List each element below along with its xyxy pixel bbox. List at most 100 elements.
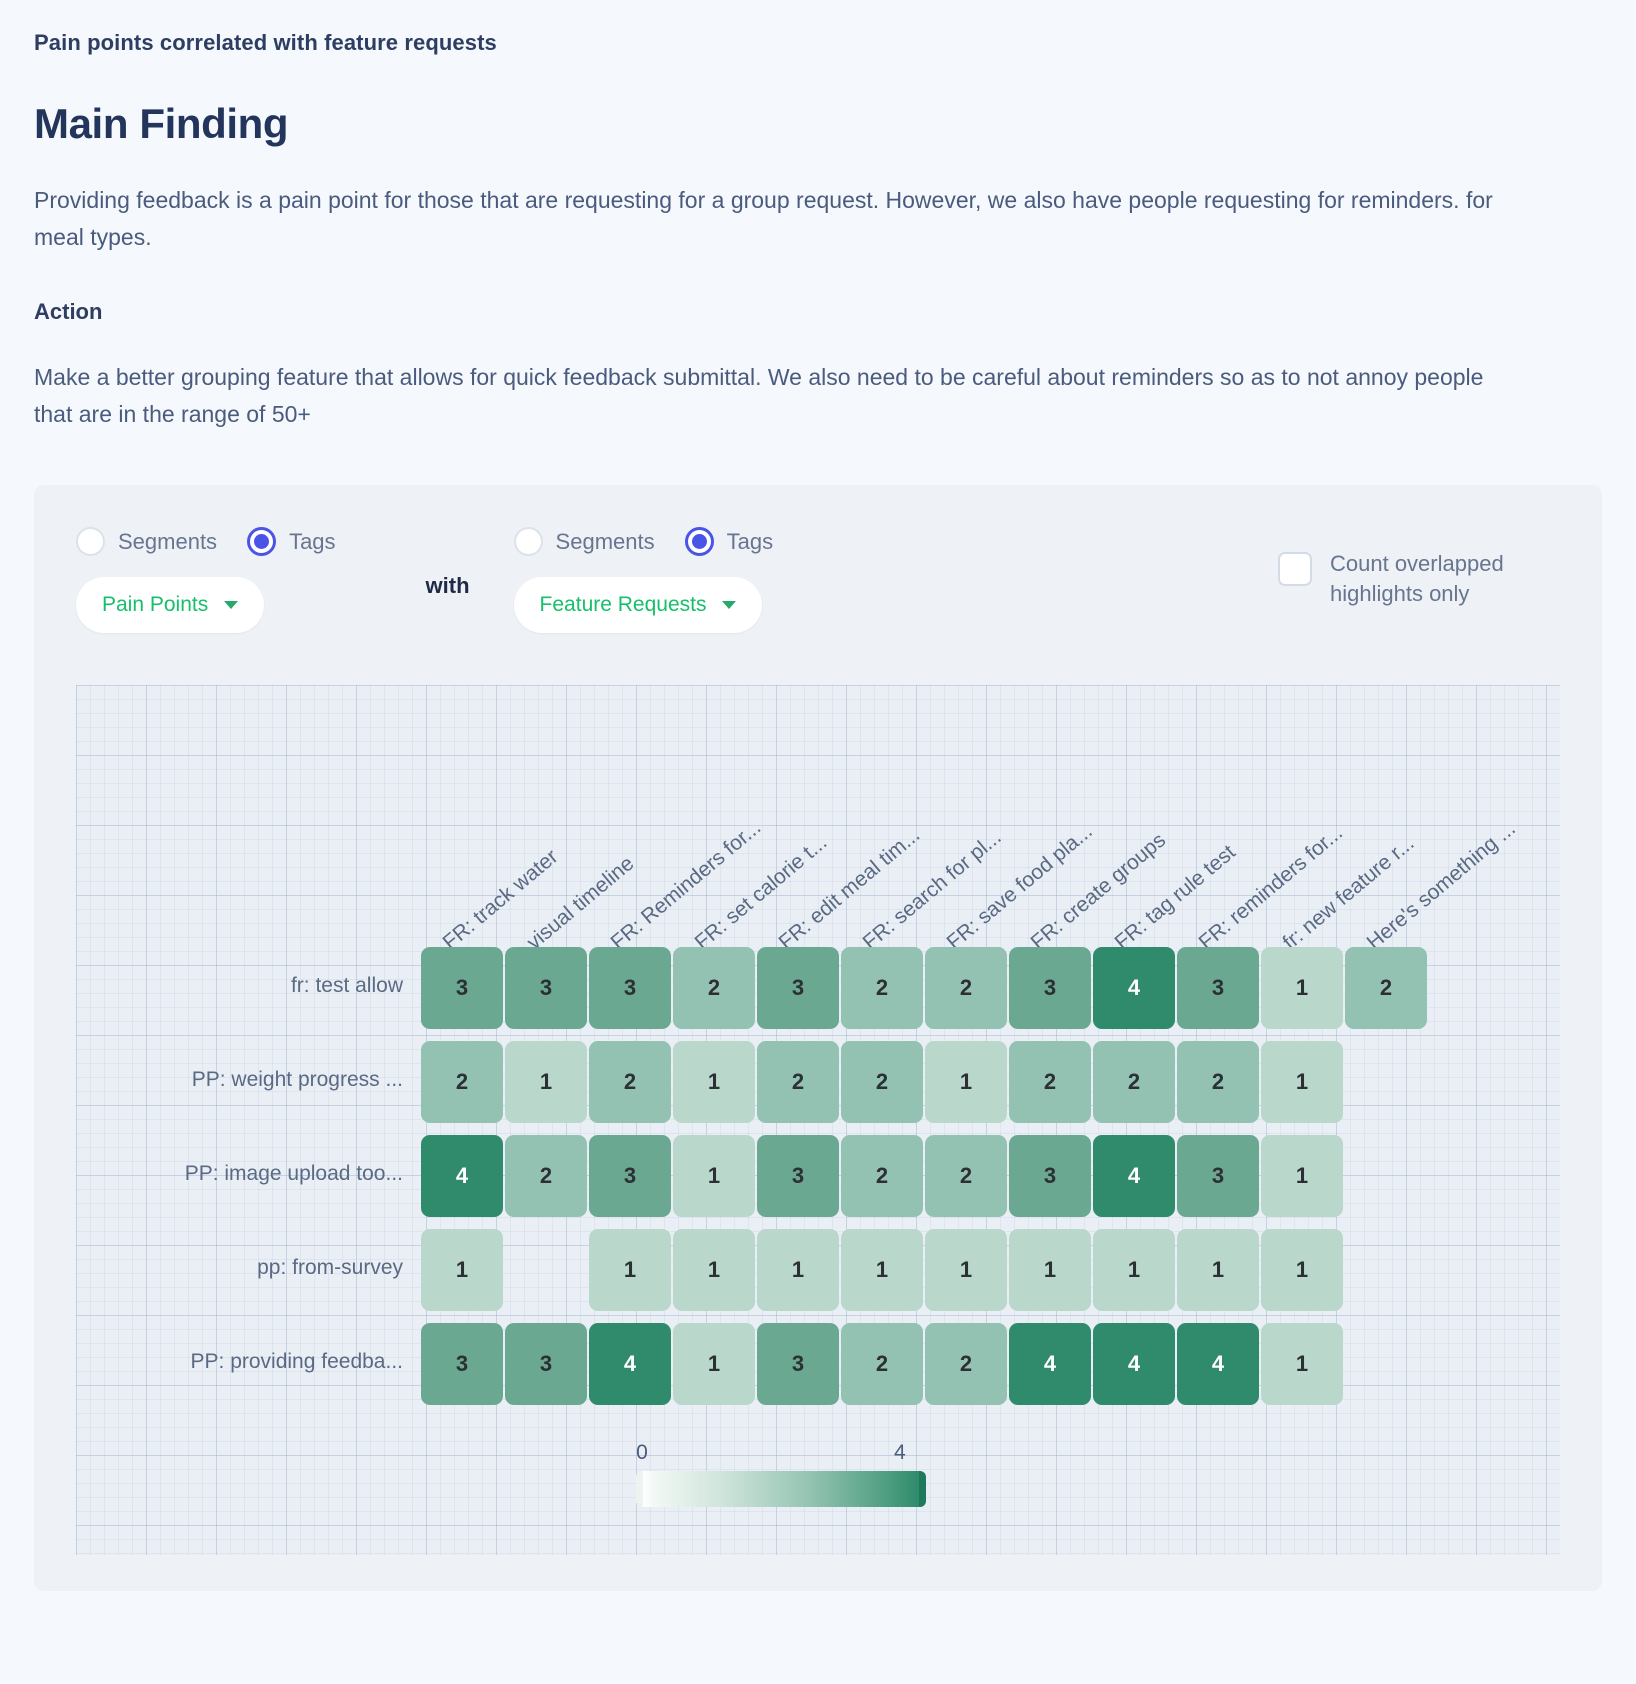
heatmap-cell[interactable]: 1 <box>1009 1229 1091 1311</box>
heatmap-cell[interactable]: 2 <box>925 1135 1007 1217</box>
heatmap-row-label: fr: test allow <box>290 974 403 997</box>
checkbox-unchecked-icon[interactable] <box>1278 552 1312 586</box>
heatmap-row: pp: from-survey 1 1 1 1 1 1 1 1 1 1 <box>257 1229 1429 1311</box>
heatmap-cell[interactable]: 1 <box>673 1323 755 1405</box>
heatmap-cell[interactable]: 1 <box>673 1041 755 1123</box>
pain-points-dropdown[interactable]: Pain Points <box>76 577 265 633</box>
colorbar-max-label: 4 <box>894 1441 906 1464</box>
page-kicker: Pain points correlated with feature requ… <box>34 30 497 55</box>
heatmap-cell[interactable]: 2 <box>673 947 755 1029</box>
heatmap-cell[interactable]: 2 <box>1009 1041 1091 1123</box>
heatmap-cell[interactable]: 3 <box>757 1323 839 1405</box>
heatmap-row-label: pp: from-survey <box>257 1256 403 1279</box>
correlation-panel: Segments Tags Pain Points with Segments … <box>34 485 1602 1591</box>
heatmap-cell[interactable]: 2 <box>1345 947 1427 1029</box>
heatmap-row: PP: weight progress ... 2 1 2 1 2 2 1 2 2 2 1 <box>192 1041 1429 1123</box>
heatmap-cell[interactable]: 2 <box>757 1041 839 1123</box>
controls-bar: Segments Tags Pain Points with Segments … <box>34 485 1602 667</box>
heatmap-cell <box>1345 1041 1427 1123</box>
colorbar-min-label: 0 <box>636 1441 648 1464</box>
heatmap-cell[interactable]: 1 <box>673 1229 755 1311</box>
heatmap-cell[interactable]: 3 <box>421 1323 503 1405</box>
heatmap-cell[interactable]: 3 <box>1009 947 1091 1029</box>
chevron-down-icon <box>224 601 239 609</box>
heatmap-column-labels: FR: track water visual timeline FR: Remind… <box>76 685 1560 955</box>
heatmap-cell[interactable]: 1 <box>1261 1135 1343 1217</box>
heatmap-cell[interactable]: 2 <box>925 947 1007 1029</box>
heatmap-cell[interactable]: 4 <box>1093 1323 1175 1405</box>
heatmap-cell[interactable]: 1 <box>1093 1229 1175 1311</box>
heatmap-cell[interactable]: 4 <box>1009 1323 1091 1405</box>
right-radio-segments-label: Segments <box>555 528 655 554</box>
heatmap-cell[interactable]: 1 <box>841 1229 923 1311</box>
feature-requests-dropdown[interactable]: Feature Requests <box>513 577 763 633</box>
heatmap-cell[interactable]: 1 <box>757 1229 839 1311</box>
heatmap-cell[interactable]: 1 <box>505 1041 587 1123</box>
heatmap-cell[interactable]: 3 <box>1177 1135 1259 1217</box>
heatmap-column-label: FR: Reminders for... <box>606 815 766 955</box>
heatmap-column-label: FR: reminders for... <box>1194 821 1348 955</box>
heatmap-cell[interactable]: 2 <box>1177 1041 1259 1123</box>
heatmap-cell[interactable]: 3 <box>757 1135 839 1217</box>
heatmap-cell[interactable]: 1 <box>925 1229 1007 1311</box>
heatmap-cell[interactable]: 3 <box>589 1135 671 1217</box>
heatmap-cell[interactable]: 1 <box>1261 947 1343 1029</box>
left-radio-segments[interactable]: Segments <box>76 527 217 556</box>
heatmap-column-label: FR: edit meal tim... <box>774 823 925 955</box>
heatmap-cell[interactable]: 2 <box>1093 1041 1175 1123</box>
radio-on-icon[interactable] <box>684 527 714 556</box>
right-radio-segments[interactable]: Segments <box>513 527 655 556</box>
left-radio-segments-label: Segments <box>118 528 218 554</box>
heatmap-cell[interactable]: 3 <box>589 947 671 1029</box>
left-radio-tags[interactable]: Tags <box>247 527 336 556</box>
heatmap-cell[interactable]: 1 <box>589 1229 671 1311</box>
heatmap-column-label: Here's something ... <box>1362 816 1520 955</box>
heatmap-cell[interactable]: 2 <box>841 1323 923 1405</box>
heatmap-cell[interactable]: 2 <box>841 1041 923 1123</box>
heatmap-cell[interactable]: 2 <box>505 1135 587 1217</box>
heatmap-cell[interactable]: 4 <box>589 1323 671 1405</box>
heatmap-cell[interactable]: 1 <box>1177 1229 1259 1311</box>
colorbar-gradient[interactable] <box>636 1471 926 1507</box>
main-finding-text: Providing feedback is a pain point for t… <box>34 187 1493 251</box>
colorbar-ticks: 0 4 <box>636 1441 926 1471</box>
heatmap-row-label: PP: weight progress ... <box>191 1068 403 1091</box>
heatmap-cell[interactable]: 4 <box>1177 1323 1259 1405</box>
heatmap-cell[interactable]: 2 <box>841 947 923 1029</box>
radio-off-icon[interactable] <box>76 527 105 556</box>
heatmap-cell[interactable]: 3 <box>1009 1135 1091 1217</box>
heatmap-cell[interactable]: 2 <box>589 1041 671 1123</box>
count-overlapped-checkbox[interactable]: Count overlapped highlights only <box>1278 527 1560 608</box>
heatmap-cell[interactable]: 3 <box>505 1323 587 1405</box>
action-text: Make a better grouping feature that allo… <box>34 363 1484 427</box>
heatmap-cell[interactable]: 4 <box>421 1135 503 1217</box>
heatmap-colorbar: 0 4 <box>636 1441 926 1507</box>
heatmap-cell[interactable]: 2 <box>841 1135 923 1217</box>
right-radio-tags[interactable]: Tags <box>684 527 774 556</box>
heatmap-cell[interactable]: 2 <box>925 1323 1007 1405</box>
radio-off-icon[interactable] <box>513 527 543 556</box>
right-selector-group: Segments Tags Feature Requests <box>513 527 804 633</box>
heatmap-cell[interactable]: 1 <box>1261 1229 1343 1311</box>
heatmap-column-label: FR: search for pl... <box>858 825 1006 955</box>
right-radio-tags-label: Tags <box>726 528 774 554</box>
action-heading: Action <box>34 298 103 324</box>
heatmap-cell[interactable]: 4 <box>1093 947 1175 1029</box>
heatmap-cell[interactable]: 4 <box>1093 1135 1175 1217</box>
left-selector-group: Segments Tags Pain Points <box>76 527 366 633</box>
heatmap-row: fr: test allow 3 3 3 2 3 2 2 3 4 3 1 2 <box>291 947 1429 1029</box>
heatmap-cell[interactable]: 1 <box>1261 1041 1343 1123</box>
heatmap-cell[interactable]: 3 <box>1177 947 1259 1029</box>
heatmap-cell[interactable]: 1 <box>1261 1323 1343 1405</box>
heatmap-cell[interactable]: 3 <box>505 947 587 1029</box>
heatmap-cell[interactable]: 1 <box>673 1135 755 1217</box>
heatmap-cell[interactable]: 3 <box>421 947 503 1029</box>
heatmap-cell[interactable]: 3 <box>757 947 839 1029</box>
heatmap-cell[interactable]: 1 <box>421 1229 503 1311</box>
radio-on-icon[interactable] <box>247 527 277 556</box>
feature-requests-dropdown-value: Feature Requests <box>539 593 707 616</box>
heatmap-cell[interactable]: 1 <box>925 1041 1007 1123</box>
heatmap-cell[interactable]: 2 <box>421 1041 503 1123</box>
heatmap-row-label: PP: providing feedba... <box>190 1350 403 1373</box>
right-radio-row: Segments Tags <box>513 527 804 556</box>
